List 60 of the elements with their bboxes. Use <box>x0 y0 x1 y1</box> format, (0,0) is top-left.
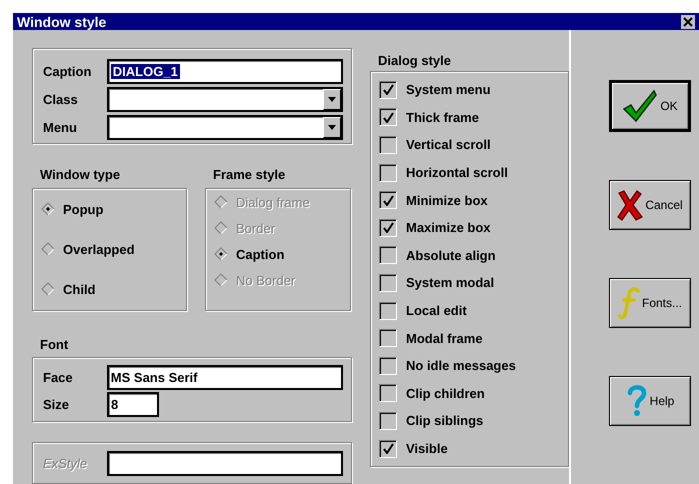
input-field[interactable]: DIALOG_1 <box>106 58 343 84</box>
checkbox-option[interactable]: Visible <box>379 434 568 462</box>
checkbox-option[interactable]: Clip siblings <box>379 407 568 435</box>
checkbox-option[interactable]: No idle messages <box>379 352 568 380</box>
radio-label: Child <box>63 282 96 296</box>
radio-label: Caption <box>236 246 284 262</box>
group-label: Frame style <box>213 167 286 183</box>
input-field[interactable]: 8 <box>107 392 159 417</box>
group-label: Window type <box>40 167 122 183</box>
checkbox-label: Visible <box>406 441 448 456</box>
checkbox-label: Minimize box <box>406 192 488 208</box>
group-label: Font <box>40 337 70 353</box>
checkbox-label: Modal frame <box>406 330 483 346</box>
field-label: Class <box>43 92 79 107</box>
field-value: MS Sans Serif <box>110 370 198 385</box>
field-label: Size <box>43 397 70 412</box>
checkbox-option[interactable]: Horizontal scroll <box>379 158 568 186</box>
checkbox-label: Clip siblings <box>406 413 484 428</box>
window-title: Window style <box>17 14 106 30</box>
fonts-button[interactable]: Fonts... <box>609 278 691 328</box>
cancel-button[interactable]: Cancel <box>609 180 691 230</box>
checkbox-option[interactable]: Minimize box <box>379 186 568 214</box>
radio-option[interactable]: Overlapped <box>41 229 186 269</box>
radio-label: Border <box>236 220 276 236</box>
checkbox-label: Vertical scroll <box>406 137 491 152</box>
field-label: Caption <box>43 64 92 79</box>
radio-option[interactable]: Popup <box>41 189 186 229</box>
selected-text: DIALOG_1 <box>110 64 180 79</box>
radio-label: Popup <box>63 202 104 216</box>
checkbox-option[interactable]: Vertical scroll <box>379 131 568 159</box>
radio-option[interactable]: Child <box>41 269 186 309</box>
checkbox-label: System menu <box>406 82 491 98</box>
checkbox-label: Local edit <box>406 303 467 318</box>
checkbox-option[interactable]: Local edit <box>379 296 568 324</box>
checkbox-option[interactable]: Maximize box <box>379 214 568 242</box>
field-value: 8 <box>111 397 118 412</box>
input-field[interactable]: MS Sans Serif <box>106 365 343 390</box>
checkbox-label: Clip children <box>406 386 485 401</box>
field-label: Face <box>43 370 74 385</box>
radio-option[interactable]: Caption <box>214 241 350 267</box>
checkbox-option[interactable]: Clip children <box>379 380 568 408</box>
group-label: Dialog style <box>378 53 452 69</box>
checkbox-label: No idle messages <box>406 358 516 374</box>
checkbox-label: Maximize box <box>406 220 491 236</box>
checkbox-option[interactable]: Absolute align <box>379 242 568 270</box>
checkbox-label: Absolute align <box>406 248 496 263</box>
field-label: Menu <box>43 120 78 136</box>
checkbox-option[interactable]: Modal frame <box>379 324 568 352</box>
checkbox-label: Horizontal scroll <box>406 165 508 180</box>
checkbox-label: Thick frame <box>406 110 479 125</box>
radio-label: Overlapped <box>63 242 135 256</box>
checkbox-label: System modal <box>406 275 494 290</box>
ok-button[interactable]: OK <box>609 80 691 132</box>
radio-label: Dialog frame <box>236 194 310 210</box>
help-button[interactable]: Help <box>609 376 691 426</box>
radio-label: No Border <box>236 272 296 288</box>
field-label: ExStyle <box>43 456 88 471</box>
checkbox-option[interactable]: System modal <box>379 269 568 297</box>
checkbox-option[interactable]: Thick frame <box>379 104 568 132</box>
checkbox-option[interactable]: System menu <box>379 76 568 104</box>
